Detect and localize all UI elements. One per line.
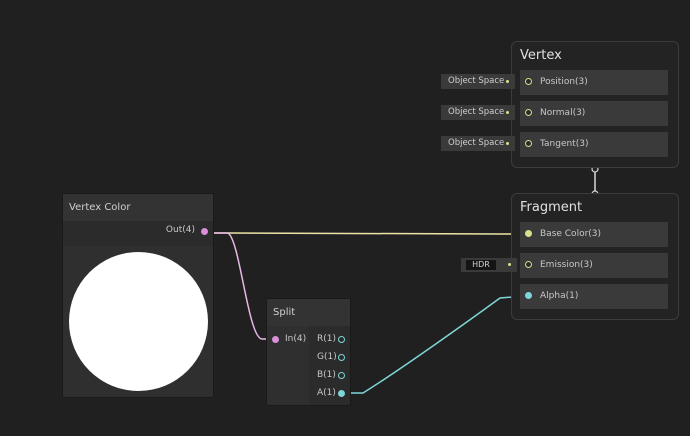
split-r-port[interactable] (338, 336, 345, 343)
split-title: Split (267, 299, 350, 326)
split-output-column: R(1) G(1) B(1) A(1) (309, 326, 350, 405)
hdr-dot (508, 263, 511, 266)
fragment-title: Fragment (520, 200, 583, 215)
vertex-color-node[interactable]: Vertex Color Out(4) (62, 193, 214, 398)
wire-out-to-basecolor (209, 232, 525, 235)
normal-space-text: Object Space (448, 107, 505, 117)
split-g-port[interactable] (338, 354, 345, 361)
vertex-title: Vertex (520, 48, 562, 63)
split-output-a[interactable]: A(1) (309, 385, 350, 403)
vertex-color-preview (63, 246, 213, 397)
alpha-label: Alpha(1) (540, 291, 579, 301)
position-space-field[interactable]: Object Space (441, 74, 515, 89)
normal-port[interactable] (525, 109, 532, 116)
fragment-context[interactable]: Fragment Base Color(3) Emission(3) Alpha… (511, 193, 679, 320)
split-g-label: G(1) (317, 352, 337, 362)
split-output-r[interactable]: R(1) (309, 331, 350, 349)
tangent-space-text: Object Space (448, 138, 505, 148)
shader-graph-canvas[interactable]: Vertex Position(3) Normal(3) Tangent(3) … (0, 0, 690, 436)
alpha-port[interactable] (525, 292, 532, 299)
position-label: Position(3) (540, 77, 588, 87)
emission-port[interactable] (525, 261, 532, 268)
tangent-space-dot (506, 142, 509, 145)
tangent-label: Tangent(3) (540, 139, 589, 149)
vertex-color-output-row: Out(4) (63, 221, 213, 241)
split-node[interactable]: Split In(4) R(1) G(1) B(1) A(1) (266, 298, 351, 406)
split-a-label: A(1) (317, 388, 336, 398)
tangent-space-field[interactable]: Object Space (441, 136, 515, 151)
basecolor-label: Base Color(3) (540, 229, 602, 239)
fragment-slot-alpha[interactable]: Alpha(1) (520, 284, 668, 309)
split-output-g[interactable]: G(1) (309, 349, 350, 367)
split-r-label: R(1) (317, 334, 337, 344)
emission-label: Emission(3) (540, 260, 593, 270)
normal-space-field[interactable]: Object Space (441, 105, 515, 120)
vertex-slot-tangent[interactable]: Tangent(3) (520, 132, 668, 157)
wire-out-to-split (209, 232, 270, 340)
vertex-color-output-port[interactable] (201, 228, 208, 235)
basecolor-port[interactable] (525, 230, 532, 237)
vertex-color-output-label: Out(4) (165, 225, 195, 235)
split-a-port[interactable] (338, 390, 345, 397)
split-input-port[interactable] (272, 336, 279, 343)
wire-a-to-alpha (345, 295, 526, 394)
vertex-color-title: Vertex Color (63, 194, 213, 221)
split-input-label: In(4) (285, 334, 307, 344)
fragment-slot-basecolor[interactable]: Base Color(3) (520, 222, 668, 247)
split-b-label: B(1) (317, 370, 336, 380)
vertex-slot-position[interactable]: Position(3) (520, 70, 668, 95)
hdr-label: HDR (466, 260, 496, 270)
position-space-text: Object Space (448, 76, 505, 86)
split-input-column: In(4) (267, 326, 309, 405)
split-output-b[interactable]: B(1) (309, 367, 350, 385)
position-port[interactable] (525, 78, 532, 85)
normal-space-dot (506, 111, 509, 114)
preview-sphere (69, 252, 208, 391)
vertex-context[interactable]: Vertex Position(3) Normal(3) Tangent(3) (511, 41, 679, 168)
tangent-port[interactable] (525, 140, 532, 147)
position-space-dot (506, 80, 509, 83)
vertex-slot-normal[interactable]: Normal(3) (520, 101, 668, 126)
emission-hdr-field[interactable]: HDR (461, 258, 517, 272)
normal-label: Normal(3) (540, 108, 586, 118)
split-b-port[interactable] (338, 372, 345, 379)
fragment-slot-emission[interactable]: Emission(3) (520, 253, 668, 278)
